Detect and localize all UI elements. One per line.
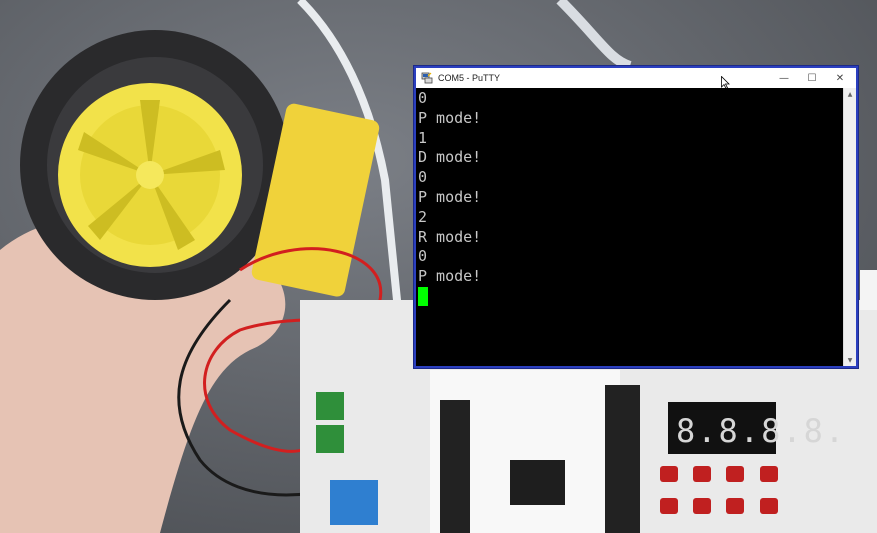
minimize-button[interactable]: — xyxy=(770,68,798,88)
terminal-line: P mode! xyxy=(418,108,482,127)
terminal-line: D mode! xyxy=(418,148,482,167)
terminal-line: P mode! xyxy=(418,187,482,206)
window-title: COM5 - PuTTY xyxy=(438,73,501,83)
putty-icon xyxy=(421,72,433,84)
scroll-up-arrow-icon[interactable]: ▲ xyxy=(844,88,856,100)
maximize-icon: ☐ xyxy=(807,72,817,84)
close-button[interactable]: ✕ xyxy=(826,68,854,88)
terminal-line: 0 xyxy=(418,89,428,107)
close-icon: ✕ xyxy=(835,72,845,84)
terminal-line: 2 xyxy=(418,207,428,226)
scroll-down-arrow-icon[interactable]: ▼ xyxy=(844,354,856,366)
maximize-button[interactable]: ☐ xyxy=(798,68,826,88)
terminal-output: 0 P mode! 1 D mode! 0 P mode! 2 R mode! … xyxy=(418,89,844,287)
title-bar[interactable]: COM5 - PuTTY — ☐ ✕ xyxy=(416,68,856,88)
mouse-pointer-icon xyxy=(721,76,730,89)
terminal-line: P mode! xyxy=(418,267,482,286)
display-digits: 8.8.8.8. xyxy=(676,412,846,450)
terminal-line: 0 xyxy=(418,168,428,187)
terminal-area[interactable]: 0 P mode! 1 D mode! 0 P mode! 2 R mode! … xyxy=(416,88,844,366)
vertical-scrollbar[interactable]: ▲ ▼ xyxy=(843,88,856,366)
putty-window[interactable]: COM5 - PuTTY — ☐ ✕ 0 P mode! 1 D mode! 0… xyxy=(414,66,858,368)
terminal-line: R mode! xyxy=(418,227,482,246)
terminal-line: 0 xyxy=(418,247,428,266)
minimize-icon: — xyxy=(779,72,789,84)
terminal-cursor xyxy=(418,286,428,306)
terminal-line: 1 xyxy=(418,128,428,147)
